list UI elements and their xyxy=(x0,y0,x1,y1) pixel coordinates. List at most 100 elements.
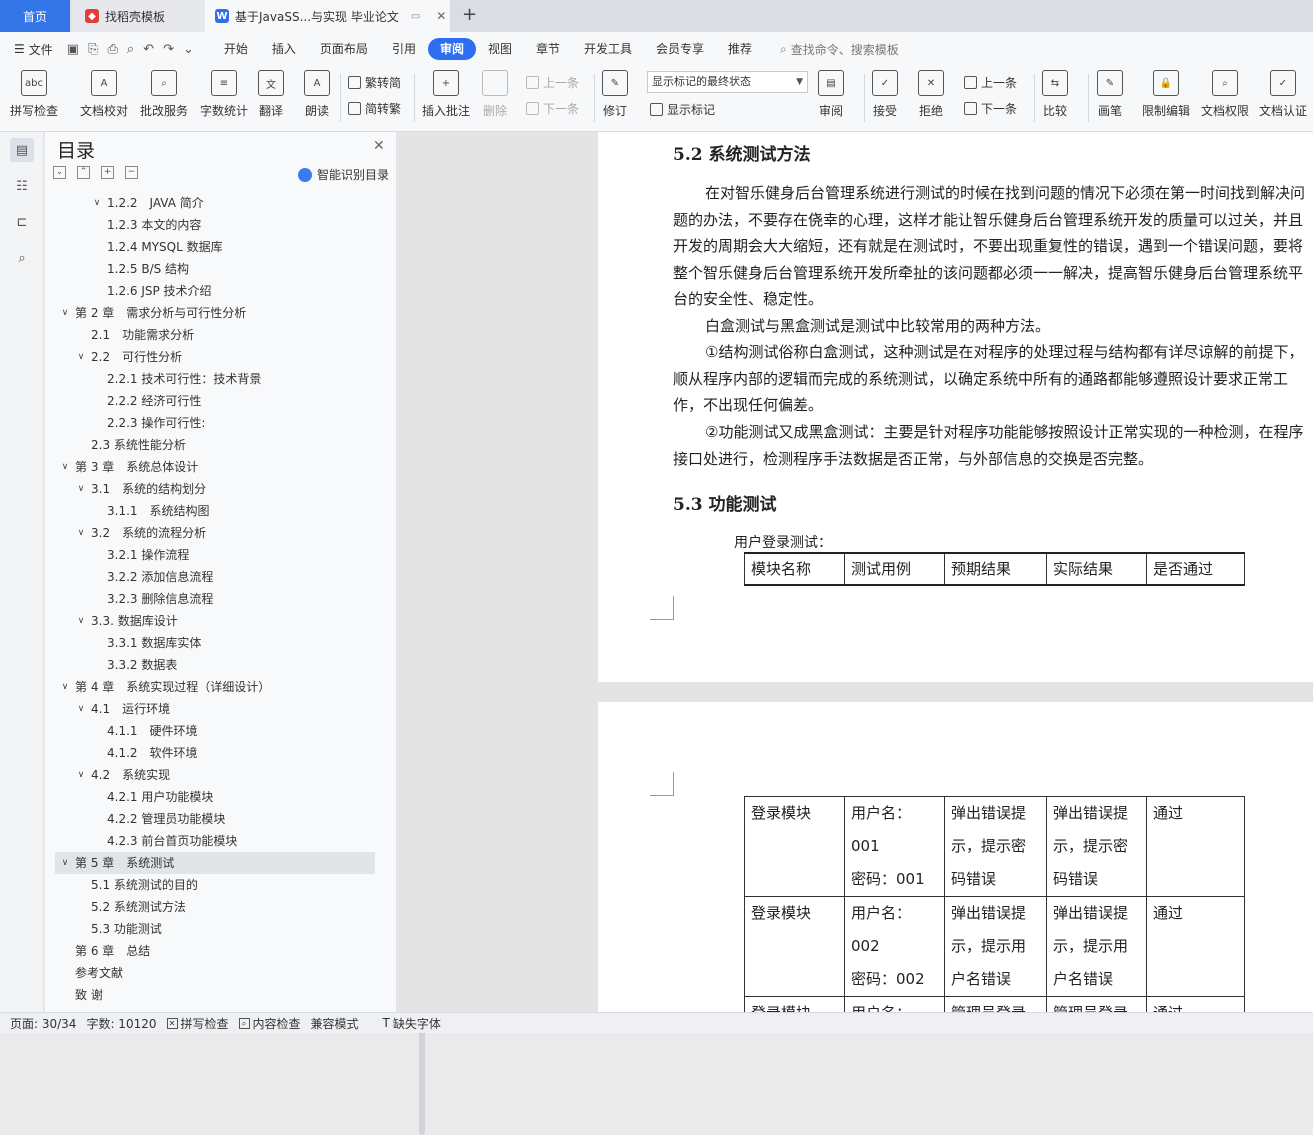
toc-item[interactable]: 3.2.1 操作流程 xyxy=(55,544,375,566)
close-icon[interactable]: ✕ xyxy=(373,138,385,154)
toc-item[interactable]: ∨ 第 3 章 系统总体设计 xyxy=(55,456,375,478)
toc-item[interactable]: 3.2.3 删除信息流程 xyxy=(55,588,375,610)
redo-icon[interactable]: ↷ xyxy=(163,42,174,57)
insert-comment-button[interactable]: + 插入批注 xyxy=(422,70,470,119)
delete-comment-button[interactable]: 删除 xyxy=(482,70,508,119)
translate-button[interactable]: 文翻译 xyxy=(258,70,284,119)
tab-home[interactable]: 首页 xyxy=(0,0,70,32)
pen-button[interactable]: ✎ 画笔 xyxy=(1097,70,1123,119)
doc-certify-button[interactable]: ✓ 文档认证 xyxy=(1259,70,1307,119)
chevron-down-icon[interactable]: ∨ xyxy=(75,346,87,368)
toc-item[interactable]: 2.2.2 经济可行性 xyxy=(55,390,375,412)
track-changes-button[interactable]: ✎ 修订 xyxy=(602,70,628,119)
page-indicator[interactable]: 页面: 30/34 xyxy=(10,1015,76,1032)
toc-panel-icon[interactable]: ▤ xyxy=(10,138,34,162)
chevron-down-icon[interactable]: ∨ xyxy=(75,698,87,720)
toc-item[interactable]: 4.2.3 前台首页功能模块 xyxy=(55,830,375,852)
chevron-down-icon[interactable]: ∨ xyxy=(91,192,103,214)
accept-button[interactable]: ✓ 接受 xyxy=(872,70,898,119)
proofread-button[interactable]: A 文档校对 xyxy=(80,70,128,119)
toc-item[interactable]: 参考文献 xyxy=(55,962,375,984)
doc-rights-button[interactable]: ⌕ 文档权限 xyxy=(1201,70,1249,119)
remove-heading-icon[interactable]: − xyxy=(125,166,138,179)
toc-item[interactable]: 5.1 系统测试的目的 xyxy=(55,874,375,896)
chevron-down-icon[interactable]: ∨ xyxy=(59,852,71,874)
save-icon[interactable]: ▣ xyxy=(67,42,79,57)
expand-up-icon[interactable]: ⌃ xyxy=(77,166,90,179)
next-comment-button[interactable]: 下一条 xyxy=(526,100,579,117)
menu-0[interactable]: 开始 xyxy=(212,38,260,60)
tab-float-icon[interactable]: ▭ xyxy=(411,11,420,22)
batch-service-button[interactable]: ⌕ 批改服务 xyxy=(140,70,188,119)
toc-item[interactable]: 4.1.1 硬件环境 xyxy=(55,720,375,742)
word-count[interactable]: 字数: 10120 xyxy=(86,1015,156,1032)
next-change-button[interactable]: 下一条 xyxy=(964,100,1017,117)
toc-item[interactable]: 1.2.3 本文的内容 xyxy=(55,214,375,236)
toc-item[interactable]: ∨ 4.2 系统实现 xyxy=(55,764,375,786)
export-pdf-icon[interactable]: ⎘ xyxy=(88,42,98,57)
toc-item[interactable]: ∨ 2.2 可行性分析 xyxy=(55,346,375,368)
chevron-down-icon[interactable]: ∨ xyxy=(75,522,87,544)
toc-item[interactable]: 1.2.4 MYSQL 数据库 xyxy=(55,236,375,258)
menu-2[interactable]: 页面布局 xyxy=(308,38,380,60)
toc-item[interactable]: ∨ 3.1 系统的结构划分 xyxy=(55,478,375,500)
toc-item[interactable]: ∨ 1.2.2 JAVA 简介 xyxy=(55,192,375,214)
review-pane-button[interactable]: ▤ 审阅 xyxy=(818,70,844,119)
spell-check-status[interactable]: ✕ 拼写检查 xyxy=(166,1015,229,1032)
toc-item[interactable]: 第 6 章 总结 xyxy=(55,940,375,962)
compare-button[interactable]: ⇆ 比较 xyxy=(1042,70,1068,119)
toc-item[interactable]: 3.1.1 系统结构图 xyxy=(55,500,375,522)
menu-5[interactable]: 视图 xyxy=(476,38,524,60)
toc-item[interactable]: ∨ 3.3. 数据库设计 xyxy=(55,610,375,632)
prev-change-button[interactable]: 上一条 xyxy=(964,74,1017,91)
toc-item[interactable]: 4.2.1 用户功能模块 xyxy=(55,786,375,808)
more-icon[interactable]: ⌄ xyxy=(183,42,194,57)
toc-item[interactable]: ∨ 第 2 章 需求分析与可行性分析 xyxy=(55,302,375,324)
preview-icon[interactable]: ⌕ xyxy=(127,42,134,57)
toc-item[interactable]: 5.2 系统测试方法 xyxy=(55,896,375,918)
toc-item[interactable]: 2.2.3 操作可行性: xyxy=(55,412,375,434)
bookmark-icon[interactable]: ⊏ xyxy=(10,210,34,234)
menu-3[interactable]: 引用 xyxy=(380,38,428,60)
close-tab-icon[interactable]: ✕ xyxy=(436,9,446,23)
restrict-editing-button[interactable]: 🔒 限制编辑 xyxy=(1142,70,1190,119)
toc-item[interactable]: ∨ 3.2 系统的流程分析 xyxy=(55,522,375,544)
word-count-button[interactable]: ≡ 字数统计 xyxy=(200,70,248,119)
reject-button[interactable]: ✕ 拒绝 xyxy=(918,70,944,119)
trad-to-simp-button[interactable]: 繁转简 xyxy=(348,74,401,91)
chevron-down-icon[interactable]: ∨ xyxy=(75,764,87,786)
prev-comment-button[interactable]: 上一条 xyxy=(526,74,579,91)
tab-document[interactable]: W 基于JavaSS...与实现 毕业论文 ▭ ✕ xyxy=(205,0,450,32)
menu-9[interactable]: 推荐 xyxy=(716,38,764,60)
toc-item[interactable]: 1.2.5 B/S 结构 xyxy=(55,258,375,280)
chevron-down-icon[interactable]: ∨ xyxy=(59,676,71,698)
chevron-down-icon[interactable]: ∨ xyxy=(59,302,71,324)
chapter-nav-icon[interactable]: ☷ xyxy=(10,174,34,198)
tab-template[interactable]: ◆ 找稻壳模板 xyxy=(71,0,205,32)
toc-item[interactable]: ∨ 第 4 章 系统实现过程（详细设计） xyxy=(55,676,375,698)
spell-check-button[interactable]: abc 拼写检查 xyxy=(10,70,58,119)
chevron-down-icon[interactable]: ∨ xyxy=(75,610,87,632)
missing-font-status[interactable]: T 缺失字体 xyxy=(383,1015,441,1032)
menu-4[interactable]: 审阅 xyxy=(427,38,476,60)
toc-item[interactable]: 2.1 功能需求分析 xyxy=(55,324,375,346)
show-markup-button[interactable]: 显示标记 xyxy=(650,101,715,118)
file-menu[interactable]: ☰ 文件 xyxy=(14,41,53,58)
toc-item[interactable]: 3.2.2 添加信息流程 xyxy=(55,566,375,588)
toc-item[interactable]: 5.3 功能测试 xyxy=(55,918,375,940)
chevron-down-icon[interactable]: ∨ xyxy=(75,478,87,500)
collapse-all-icon[interactable]: ⌄ xyxy=(53,166,66,179)
toc-item[interactable]: 3.3.1 数据库实体 xyxy=(55,632,375,654)
toc-item[interactable]: 2.3 系统性能分析 xyxy=(55,434,375,456)
toc-item[interactable]: 4.1.2 软件环境 xyxy=(55,742,375,764)
toc-item[interactable]: 1.2.6 JSP 技术介绍 xyxy=(55,280,375,302)
menu-8[interactable]: 会员专享 xyxy=(644,38,716,60)
undo-icon[interactable]: ↶ xyxy=(143,42,154,57)
toc-item[interactable]: 4.2.2 管理员功能模块 xyxy=(55,808,375,830)
toc-item[interactable]: ∨ 第 5 章 系统测试 xyxy=(55,852,375,874)
menu-1[interactable]: 插入 xyxy=(260,38,308,60)
chevron-down-icon[interactable]: ∨ xyxy=(59,456,71,478)
print-icon[interactable]: ⎙ xyxy=(107,42,117,57)
toc-item[interactable]: 致 谢 xyxy=(55,984,375,1006)
menu-6[interactable]: 章节 xyxy=(524,38,572,60)
